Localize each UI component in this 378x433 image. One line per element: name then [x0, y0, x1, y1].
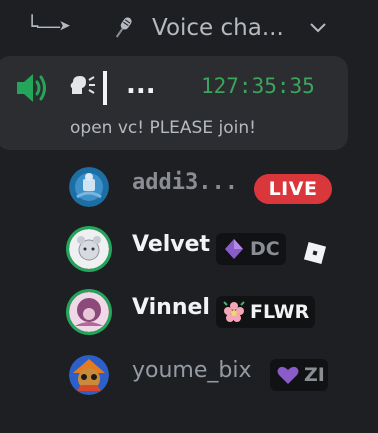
avatar[interactable]	[69, 355, 109, 395]
speaking-head-icon	[68, 74, 96, 104]
microphone-icon	[110, 15, 136, 47]
live-badge[interactable]: LIVE	[254, 174, 332, 204]
guild-tag[interactable]: DC	[216, 233, 286, 265]
voice-user-row[interactable]: Vinnel FLWR	[66, 289, 378, 339]
speaker-volume-icon[interactable]	[14, 70, 50, 106]
separator-bar	[103, 71, 107, 105]
channel-prefix: └‒‒➤	[26, 14, 71, 38]
caller-name: ...	[126, 70, 156, 100]
username: Velvet	[132, 232, 211, 257]
purple-heart-icon	[277, 366, 299, 384]
username: youme_bix	[132, 358, 252, 383]
username: Vinnel	[132, 295, 210, 320]
active-voice-card[interactable]: ... 127:35:35 open vc! PLEASE join!	[0, 56, 348, 150]
roblox-icon	[303, 241, 327, 265]
guild-tag[interactable]: FLWR	[216, 296, 316, 328]
call-timer: 127:35:35	[201, 74, 315, 98]
avatar[interactable]	[69, 229, 109, 269]
voice-user-row[interactable]: addi3... LIVE	[66, 164, 378, 214]
voice-channel-header[interactable]: └‒‒➤ Voice cha...	[0, 0, 378, 58]
voice-user-row[interactable]: youme_bix ZI	[66, 352, 378, 402]
guild-tag-text: ZI	[304, 364, 325, 386]
flower-icon	[223, 301, 245, 322]
username: addi3...	[132, 170, 238, 195]
purple-gem-icon	[225, 239, 243, 259]
voice-user-row[interactable]: Velvet DC	[66, 226, 378, 276]
channel-status: open vc! PLEASE join!	[70, 118, 256, 138]
channel-name: Voice cha...	[152, 15, 284, 41]
avatar[interactable]	[69, 292, 109, 332]
chevron-down-icon[interactable]	[309, 22, 327, 34]
guild-tag-text: DC	[250, 238, 280, 260]
guild-tag-text: FLWR	[250, 301, 310, 323]
avatar[interactable]	[69, 167, 109, 207]
guild-tag[interactable]: ZI	[270, 359, 328, 391]
